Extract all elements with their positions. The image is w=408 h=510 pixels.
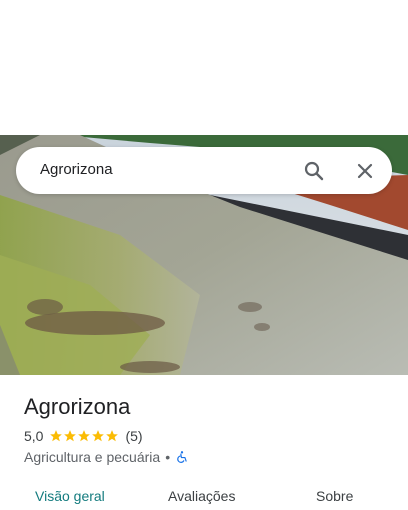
category-row: Agricultura e pecuária • xyxy=(24,448,189,466)
place-name: Agrorizona xyxy=(24,394,131,419)
star-icon xyxy=(64,430,77,442)
tab-reviews[interactable]: Avaliações xyxy=(168,487,235,505)
place-page: Agrorizona Agrorizona 5,0 (5) Agricultur… xyxy=(0,0,408,510)
tab-about[interactable]: Sobre xyxy=(316,487,353,505)
separator-dot: • xyxy=(165,449,171,465)
tab-overview[interactable]: Visão geral xyxy=(35,487,105,505)
star-icon xyxy=(78,430,91,442)
star-icon xyxy=(50,430,63,442)
search-icon[interactable] xyxy=(302,159,326,183)
rating-value: 5,0 xyxy=(24,428,44,444)
search-bar[interactable]: Agrorizona xyxy=(16,147,392,194)
rating-stars xyxy=(49,429,119,443)
place-category[interactable]: Agricultura e pecuária xyxy=(24,449,160,465)
close-icon[interactable] xyxy=(353,159,377,183)
rating-row[interactable]: 5,0 (5) xyxy=(24,427,143,445)
star-icon xyxy=(106,430,119,442)
search-query-text[interactable]: Agrorizona xyxy=(40,161,113,179)
star-icon xyxy=(92,430,105,442)
review-count[interactable]: (5) xyxy=(125,428,142,444)
wheelchair-icon xyxy=(177,451,187,463)
tab-bar: Visão geral Avaliações Sobre xyxy=(0,478,408,510)
